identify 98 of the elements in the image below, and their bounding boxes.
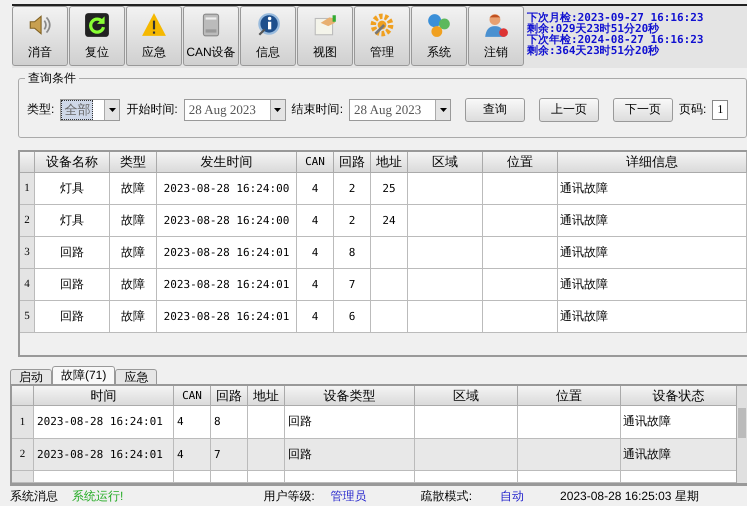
toolbar-button[interactable]: 注销 (468, 6, 524, 66)
table-cell: 7 (211, 438, 248, 472)
row-number: 1 (20, 172, 35, 205)
table-cell (248, 406, 285, 439)
inspection-info-text: 剩余:029天23时51分20秒 (527, 23, 660, 34)
table-cell: 故障 (110, 268, 157, 301)
type-dropdown[interactable]: 全部 (60, 98, 120, 121)
table-cell: 故障 (110, 300, 157, 333)
table-cell: 2 (334, 204, 371, 237)
field-label: 类型: (27, 101, 54, 118)
table-cell (248, 438, 285, 472)
table-cell: 2 (334, 172, 371, 205)
table-cell: 回路 (285, 438, 415, 472)
table-cell: 4 (297, 204, 334, 237)
table-cell: 4 (297, 172, 334, 205)
table-cell: 2023-08-28 16:24:01 (34, 438, 174, 472)
table-cell: 通讯故障 (621, 406, 737, 439)
query-button[interactable]: 下一页 (613, 98, 674, 122)
table-cell: 通讯故障 (558, 300, 747, 333)
tab[interactable]: 应急 (115, 369, 158, 384)
table-cell: 通讯故障 (621, 438, 737, 472)
table-cell: 8 (211, 406, 248, 439)
toolbar-button[interactable]: 视图 (297, 6, 353, 66)
table-cell: 回路 (35, 300, 110, 333)
table-cell: 4 (174, 406, 211, 439)
table-cell: 故障 (110, 236, 157, 269)
inspection-info-text: 下次年检:2024-08-27 16:16:23 (527, 34, 704, 45)
table-cell: 2023-08-28 16:24:01 (34, 406, 174, 439)
row-number: 2 (12, 438, 34, 472)
warning-icon (140, 12, 168, 38)
table-cell: 7 (334, 268, 371, 301)
row-number: 5 (20, 300, 35, 333)
status-text: 自动 (500, 488, 524, 505)
toolbar-button[interactable]: 系统 (411, 6, 467, 66)
table-cell: 回路 (285, 406, 415, 439)
table-cell (248, 471, 285, 484)
gears-icon (426, 12, 452, 38)
row-number: 2 (20, 204, 35, 237)
toolbar-button[interactable]: 应急 (126, 6, 182, 66)
toolbar-button[interactable]: 复位 (69, 6, 125, 66)
row-number: 4 (20, 268, 35, 301)
table-cell: 回路 (35, 236, 110, 269)
field-label: 开始时间: (126, 101, 178, 118)
field-label: 结束时间: (292, 101, 344, 118)
toolbar-button[interactable]: CAN设备 (183, 6, 239, 66)
table-cell: 回路 (35, 268, 110, 301)
status-text: 2023-08-28 16:25:03 星期 (560, 488, 699, 505)
inspection-info-text: 剩余:364天23时51分20秒 (527, 45, 660, 56)
table-cell: 通讯故障 (558, 204, 747, 237)
user-icon (483, 12, 509, 38)
toolbar-button[interactable]: 消音 (12, 6, 68, 66)
scrollbar[interactable] (736, 386, 747, 484)
row-number: 3 (20, 236, 35, 269)
table-cell: 2023-08-28 16:24:00 (157, 204, 297, 237)
query-button[interactable]: 上一页 (539, 98, 600, 122)
tab[interactable]: 故障(71) (52, 366, 116, 384)
table-cell: 4 (297, 268, 334, 301)
table-cell: 8 (334, 236, 371, 269)
table-cell: 24 (371, 204, 408, 237)
toolbar-button[interactable]: 管理 (354, 6, 410, 66)
table-cell: 4 (297, 236, 334, 269)
inspection-info-text: 下次月检:2023-09-27 16:16:23 (527, 12, 704, 23)
table-cell (371, 300, 408, 333)
table-cell: 通讯故障 (558, 172, 747, 205)
status-text: 系统运行! (72, 488, 124, 505)
tab[interactable]: 启动 (10, 369, 52, 384)
table-cell (371, 268, 408, 301)
table-cell: 通讯故障 (558, 268, 747, 301)
field-label: 页码: (679, 101, 706, 118)
row-number: 1 (12, 406, 34, 439)
table-cell: 4 (174, 438, 211, 472)
status-text: 管理员 (330, 488, 367, 505)
table-cell: 故障 (110, 172, 157, 205)
table-cell: 2023-08-28 16:24:01 (157, 236, 297, 269)
table-cell: 灯具 (35, 204, 110, 237)
page-number-field[interactable]: 1 (712, 100, 728, 120)
table-cell (211, 471, 248, 484)
table-cell: 4 (297, 300, 334, 333)
status-text: 用户等级: (263, 488, 315, 505)
table-cell: 通讯故障 (558, 236, 747, 269)
table-cell (371, 236, 408, 269)
query-button[interactable]: 查询 (465, 98, 526, 122)
date-field[interactable]: 28 Aug 2023 (184, 98, 286, 121)
table-cell (174, 471, 211, 484)
date-field[interactable]: 28 Aug 2023 (349, 98, 452, 121)
status-text: 疏散模式: (420, 488, 472, 505)
table-cell: 故障 (110, 204, 157, 237)
table-cell: 2023-08-28 16:24:01 (157, 268, 297, 301)
gear-icon (369, 12, 395, 38)
group-title: 查询条件 (25, 70, 79, 87)
table-cell: 6 (334, 300, 371, 333)
reset-icon (84, 12, 110, 38)
table-cell: 2023-08-28 16:24:01 (157, 300, 297, 333)
table-cell: 2023-08-28 16:24:00 (157, 172, 297, 205)
table-cell: 25 (371, 172, 408, 205)
table-cell: 灯具 (35, 172, 110, 205)
toolbar-button[interactable]: 信息 (240, 6, 296, 66)
status-text: 系统消息 (10, 488, 58, 505)
